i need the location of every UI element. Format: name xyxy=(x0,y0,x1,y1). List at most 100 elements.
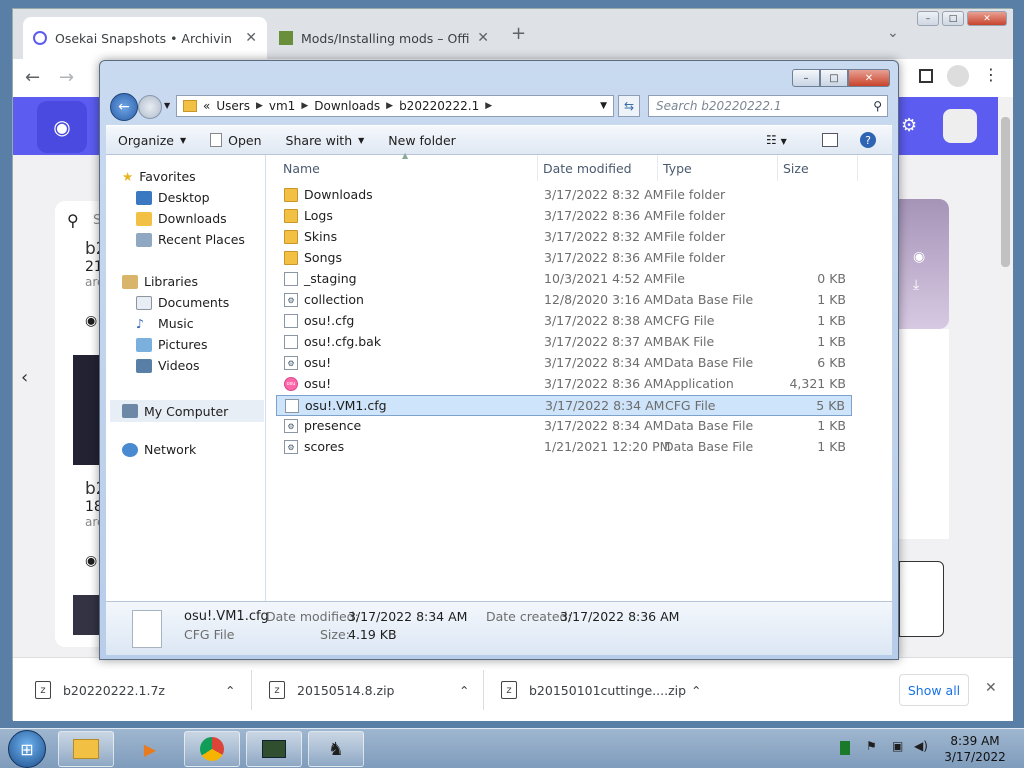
search-icon[interactable]: ⚲ xyxy=(67,211,79,230)
file-row[interactable]: ⚙ collection 12/8/2020 3:16 AM Data Base Fi… xyxy=(276,290,852,311)
nav-downloads[interactable]: Downloads xyxy=(136,211,227,226)
close-window-button[interactable]: ✕ xyxy=(967,11,1007,26)
profile-avatar[interactable] xyxy=(947,65,969,87)
preview-pane-icon[interactable] xyxy=(822,133,838,147)
new-folder-button[interactable]: New folder xyxy=(376,133,468,148)
column-header-name[interactable]: Name ▲ xyxy=(278,151,538,181)
chevron-up-icon[interactable]: ⌃ xyxy=(459,683,469,698)
close-download-bar-icon[interactable]: ✕ xyxy=(985,680,997,696)
nav-pictures[interactable]: Pictures xyxy=(136,337,208,352)
file-row[interactable]: osu osu! 3/17/2022 8:36 AM Application 4,321… xyxy=(276,374,852,395)
file-row[interactable]: osu!.cfg 3/17/2022 8:38 AM CFG File 1 KB xyxy=(276,311,852,332)
back-arrow-icon[interactable]: ← xyxy=(25,67,40,88)
file-row[interactable]: Logs 3/17/2022 8:36 AM File folder xyxy=(276,206,852,227)
nav-libraries[interactable]: Libraries xyxy=(122,274,198,289)
help-icon[interactable]: ? xyxy=(860,132,876,148)
eye-icon[interactable]: ◉ xyxy=(85,313,97,329)
settings-gear-icon[interactable]: ⚙ xyxy=(901,115,917,136)
nav-favorites[interactable]: ★ Favorites xyxy=(122,169,196,184)
file-row[interactable]: osu!.VM1.cfg 3/17/2022 8:34 AM CFG File 5 K… xyxy=(276,395,852,416)
chevron-right-icon[interactable]: ▶ xyxy=(485,101,492,111)
task-manager-taskbar-icon[interactable] xyxy=(246,731,302,767)
column-header-type[interactable]: Type xyxy=(658,155,778,181)
start-button[interactable]: ⊞ xyxy=(8,730,46,768)
forward-arrow-icon[interactable] xyxy=(138,95,162,119)
tab-installing-mods[interactable]: Mods/Installing mods – Official N ✕ xyxy=(269,17,499,59)
address-bar[interactable]: « Users ▶ vm1 ▶ Downloads ▶ b20220222.1 … xyxy=(176,95,614,117)
breadcrumb-vm1[interactable]: vm1 xyxy=(269,99,295,113)
breadcrumb-users[interactable]: Users xyxy=(216,99,250,113)
breadcrumb-overflow[interactable]: « xyxy=(203,99,210,113)
volume-icon[interactable]: ◀) xyxy=(914,739,928,753)
download-icon[interactable]: ⤓ xyxy=(913,277,919,293)
organize-button[interactable]: Organize ▼ xyxy=(106,133,198,148)
carousel-prev-icon[interactable]: ‹ xyxy=(21,367,28,388)
file-row[interactable]: ⚙ osu! 3/17/2022 8:34 AM Data Base File 6 KB xyxy=(276,353,852,374)
forward-arrow-icon[interactable]: → xyxy=(59,67,74,88)
close-button[interactable]: ✕ xyxy=(848,69,890,87)
close-tab-icon[interactable]: ✕ xyxy=(245,30,257,46)
file-row[interactable]: _staging 10/3/2021 4:52 AM File 0 KB xyxy=(276,269,852,290)
close-tab-icon[interactable]: ✕ xyxy=(477,30,489,46)
chevron-right-icon[interactable]: ▶ xyxy=(256,101,263,111)
maximize-button[interactable]: □ xyxy=(820,69,848,87)
minimize-button[interactable]: – xyxy=(792,69,820,87)
breadcrumb-downloads[interactable]: Downloads xyxy=(314,99,380,113)
download-item[interactable]: z b20150101cuttinge....zip ⌃ xyxy=(501,658,701,722)
minimize-button[interactable]: – xyxy=(917,11,939,26)
nav-desktop[interactable]: Desktop xyxy=(136,190,210,205)
tray-app-icon[interactable] xyxy=(840,741,850,755)
chevron-right-icon[interactable]: ▶ xyxy=(386,101,393,111)
explorer-taskbar-icon[interactable] xyxy=(58,731,114,767)
chrome-taskbar-icon[interactable] xyxy=(184,731,240,767)
nav-recent-places[interactable]: Recent Places xyxy=(136,232,245,247)
scrollbar-thumb[interactable] xyxy=(1001,117,1010,267)
open-button[interactable]: Open xyxy=(198,133,273,148)
file-row[interactable]: osu!.cfg.bak 3/17/2022 8:37 AM BAK File 1 K… xyxy=(276,332,852,353)
menu-kebab-icon[interactable]: ⋮ xyxy=(983,65,999,84)
back-arrow-icon[interactable]: ← xyxy=(110,93,138,121)
file-row[interactable]: Skins 3/17/2022 8:32 AM File folder xyxy=(276,227,852,248)
nav-network[interactable]: Network xyxy=(122,442,196,457)
download-item[interactable]: z b20220222.1.7z ⌃ xyxy=(35,658,235,722)
view-options-icon[interactable]: ☷ ▼ xyxy=(766,133,787,147)
chevron-up-icon[interactable]: ⌃ xyxy=(225,683,235,698)
share-with-button[interactable]: Share with ▼ xyxy=(274,133,377,148)
refresh-icon[interactable]: ⇆ xyxy=(618,95,640,117)
chess-taskbar-icon[interactable]: ♞ xyxy=(308,731,364,767)
eye-icon[interactable]: ◉ xyxy=(85,553,97,569)
nav-my-computer[interactable]: My Computer xyxy=(110,400,264,422)
eye-icon[interactable]: ◉ xyxy=(913,249,925,265)
chevron-up-icon[interactable]: ⌃ xyxy=(691,683,701,698)
breadcrumb-current[interactable]: b20220222.1 xyxy=(399,99,479,113)
card-button[interactable] xyxy=(899,561,944,637)
nav-documents[interactable]: Documents xyxy=(136,295,229,310)
sidepanel-icon[interactable] xyxy=(919,69,933,83)
column-header-size[interactable]: Size xyxy=(778,155,858,181)
camera-logo-icon[interactable]: ◉ xyxy=(37,101,87,153)
file-row[interactable]: Downloads 3/17/2022 8:32 AM File folder xyxy=(276,185,852,206)
chevron-right-icon[interactable]: ▶ xyxy=(301,101,308,111)
action-center-flag-icon[interactable]: ⚑ xyxy=(866,739,877,753)
column-header-date[interactable]: Date modified xyxy=(538,155,658,181)
search-input[interactable]: Search b20220222.1 ⚲ xyxy=(648,95,888,117)
download-item[interactable]: z 20150514.8.zip ⌃ xyxy=(269,658,469,722)
nav-videos[interactable]: Videos xyxy=(136,358,200,373)
network-status-icon[interactable]: ▣ xyxy=(892,739,903,753)
media-player-taskbar-icon[interactable]: ▶ xyxy=(122,731,178,767)
search-icon[interactable]: ⚲ xyxy=(873,99,882,113)
file-row[interactable]: ⚙ scores 1/21/2021 12:20 PM Data Base File 1… xyxy=(276,437,852,458)
nav-music[interactable]: ♪ Music xyxy=(136,316,194,331)
show-all-button[interactable]: Show all xyxy=(899,674,969,706)
address-dropdown-icon[interactable]: ▼ xyxy=(600,101,607,111)
page-scrollbar[interactable] xyxy=(998,97,1013,657)
file-row[interactable]: ⚙ presence 3/17/2022 8:34 AM Data Base File… xyxy=(276,416,852,437)
file-row[interactable]: Songs 3/17/2022 8:36 AM File folder xyxy=(276,248,852,269)
new-tab-button[interactable]: + xyxy=(511,23,526,44)
tab-search-icon[interactable]: ⌄ xyxy=(887,25,899,41)
history-dropdown-icon[interactable]: ▼ xyxy=(164,101,170,110)
tab-osekai-snapshots[interactable]: Osekai Snapshots • Archiving osu ✕ xyxy=(23,17,267,59)
user-avatar[interactable] xyxy=(943,109,977,143)
snapshot-image[interactable]: ◉ ⤓ xyxy=(899,199,949,329)
system-clock[interactable]: 8:39 AM 3/17/2022 xyxy=(936,733,1014,765)
